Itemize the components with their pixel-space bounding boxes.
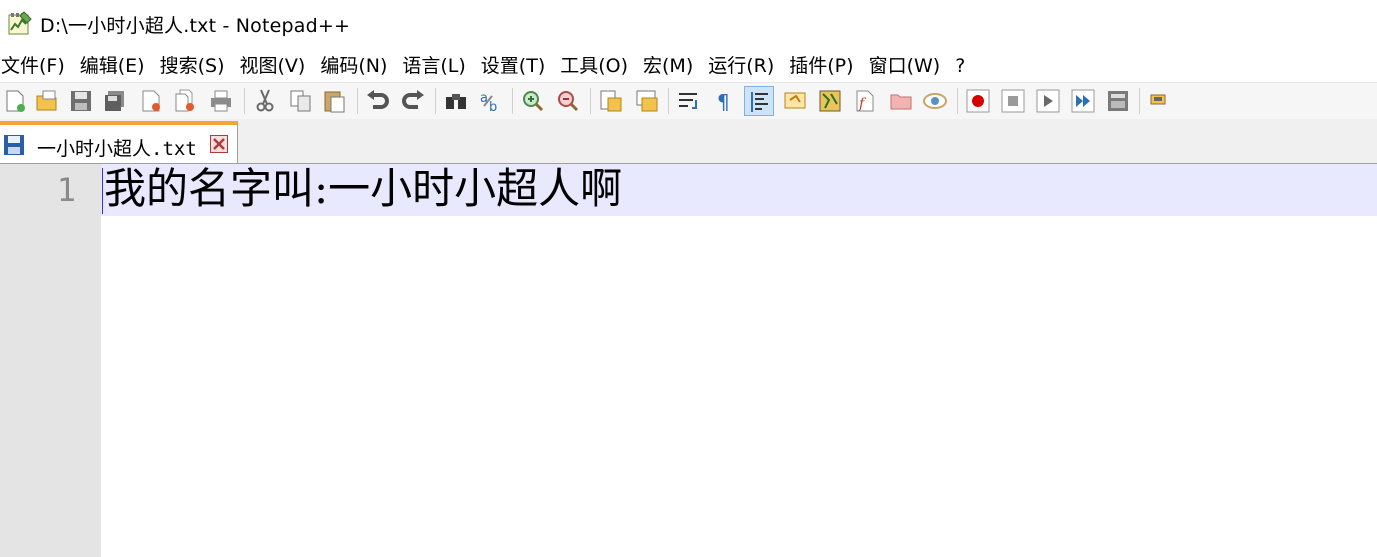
monitoring-icon[interactable] <box>920 86 950 116</box>
svg-text:b: b <box>489 100 497 114</box>
tab-bar: 一小时小超人.txt <box>0 119 1377 164</box>
sync-horizontal-icon[interactable] <box>632 86 662 116</box>
menu-file[interactable]: 文件(F) <box>0 50 72 82</box>
window-title: D:\一小时小超人.txt - Notepad++ <box>40 15 351 37</box>
run-macro-multiple-icon[interactable] <box>1068 86 1098 116</box>
document-map-icon[interactable] <box>815 86 845 116</box>
toolbar: ab ¶ f <box>0 82 1377 119</box>
editor-area[interactable]: 1 我的名字叫:一小时小超人啊 <box>0 164 1377 557</box>
menu-tools[interactable]: 工具(O) <box>559 50 635 82</box>
play-macro-icon[interactable] <box>1033 86 1063 116</box>
line-number-gutter: 1 <box>0 164 101 557</box>
notepadpp-app-icon[interactable] <box>7 10 33 36</box>
open-file-icon[interactable] <box>32 86 62 116</box>
zoom-out-icon[interactable] <box>553 86 583 116</box>
redo-icon[interactable] <box>398 86 428 116</box>
toolbar-separator <box>357 88 358 114</box>
zoom-in-icon[interactable] <box>518 86 548 116</box>
document-tab[interactable]: 一小时小超人.txt <box>0 121 238 163</box>
toolbar-separator <box>590 88 591 114</box>
record-macro-icon[interactable] <box>963 86 993 116</box>
toolbar-separator <box>668 88 669 114</box>
menu-bar: 文件(F) 编辑(E) 搜索(S) 视图(V) 编码(N) 语言(L) 设置(T… <box>0 50 1377 82</box>
line-number: 1 <box>56 171 76 209</box>
user-language-icon[interactable] <box>780 86 810 116</box>
close-all-icon[interactable] <box>170 86 200 116</box>
menu-settings[interactable]: 设置(T) <box>480 50 552 82</box>
toolbar-separator <box>957 88 958 114</box>
toolbar-separator <box>244 88 245 114</box>
menu-macro[interactable]: 宏(M) <box>642 50 700 82</box>
cut-icon[interactable] <box>250 86 280 116</box>
text-caret <box>102 168 103 214</box>
plugin-icon[interactable] <box>1145 86 1175 116</box>
tab-label: 一小时小超人.txt <box>37 138 197 160</box>
show-all-chars-icon[interactable]: ¶ <box>709 86 739 116</box>
editor-line[interactable]: 我的名字叫:一小时小超人啊 <box>104 164 622 216</box>
menu-run[interactable]: 运行(R) <box>707 50 781 82</box>
indent-guide-icon[interactable] <box>744 86 774 116</box>
toolbar-separator <box>435 88 436 114</box>
menu-view[interactable]: 视图(V) <box>239 50 313 82</box>
tab-close-icon[interactable] <box>210 135 228 153</box>
title-bar: D:\一小时小超人.txt - Notepad++ <box>0 0 1377 48</box>
close-icon[interactable] <box>136 86 166 116</box>
menu-window[interactable]: 窗口(W) <box>868 50 948 82</box>
svg-text:¶: ¶ <box>717 90 730 114</box>
save-macro-icon[interactable] <box>1103 86 1133 116</box>
replace-icon[interactable]: ab <box>476 86 506 116</box>
print-icon[interactable] <box>206 86 236 116</box>
menu-language[interactable]: 语言(L) <box>401 50 472 82</box>
menu-help[interactable]: ? <box>954 50 972 82</box>
function-list-icon[interactable]: f <box>850 86 880 116</box>
undo-icon[interactable] <box>363 86 393 116</box>
new-file-icon[interactable] <box>0 86 30 116</box>
folder-workspace-icon[interactable] <box>886 86 916 116</box>
word-wrap-icon[interactable] <box>674 86 704 116</box>
toolbar-separator <box>1139 88 1140 114</box>
menu-plugins[interactable]: 插件(P) <box>788 50 860 82</box>
menu-edit[interactable]: 编辑(E) <box>79 50 152 82</box>
stop-record-icon[interactable] <box>998 86 1028 116</box>
menu-encoding[interactable]: 编码(N) <box>319 50 394 82</box>
toolbar-separator <box>512 88 513 114</box>
find-icon[interactable] <box>441 86 471 116</box>
save-all-icon[interactable] <box>100 86 130 116</box>
sync-vertical-icon[interactable] <box>596 86 626 116</box>
paste-icon[interactable] <box>320 86 350 116</box>
copy-icon[interactable] <box>286 86 316 116</box>
menu-search[interactable]: 搜索(S) <box>159 50 232 82</box>
save-icon[interactable] <box>66 86 96 116</box>
saved-document-icon <box>3 134 25 156</box>
